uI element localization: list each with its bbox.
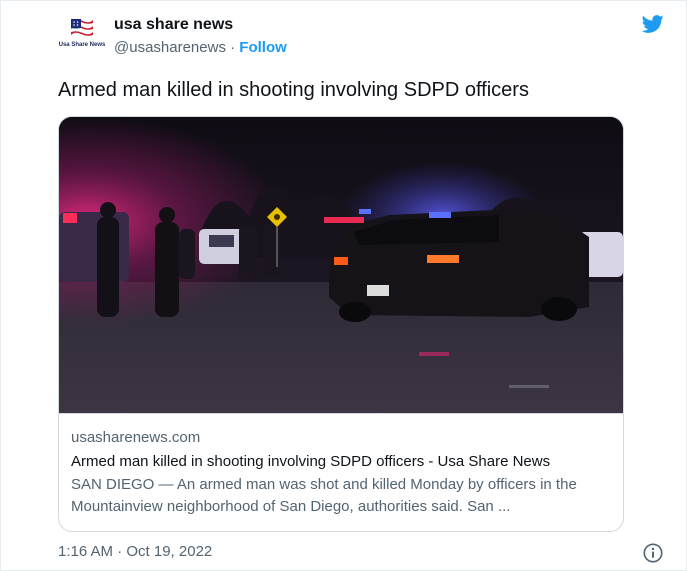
tweet-text: Armed man killed in shooting involving S… [58,79,529,101]
card-domain: usasharenews.com [71,429,201,446]
us-flag-logo-icon [71,19,93,37]
card-image[interactable] [59,117,623,413]
twitter-bird-icon[interactable] [640,13,666,35]
tweet-timestamp[interactable]: 1:16 AM · Oct 19, 2022 [58,543,212,560]
follow-button[interactable]: Follow [239,39,287,56]
card-description: SAN DIEGO — An armed man was shot and ki… [71,476,577,515]
info-icon[interactable] [642,542,664,564]
card-body[interactable]: usasharenews.com Armed man killed in sho… [59,413,623,531]
link-card[interactable]: usasharenews.com Armed man killed in sho… [58,116,624,532]
display-name[interactable]: usa share news [114,16,233,34]
user-handle[interactable]: @usasharenews [114,39,226,56]
avatar[interactable]: Usa Share News [58,15,106,59]
news-photo-night-scene [59,117,623,413]
card-title: Armed man killed in shooting involving S… [71,453,551,470]
tweet-header: Usa Share News usa share news @usasharen… [58,11,666,61]
tweet-footer: 1:16 AM · Oct 19, 2022 [58,543,663,565]
avatar-caption: Usa Share News [58,42,106,48]
handle-separator: · [225,39,240,56]
tweet-embed: Usa Share News usa share news @usasharen… [0,0,687,571]
handle-row: @usasharenews · Follow [114,39,287,56]
